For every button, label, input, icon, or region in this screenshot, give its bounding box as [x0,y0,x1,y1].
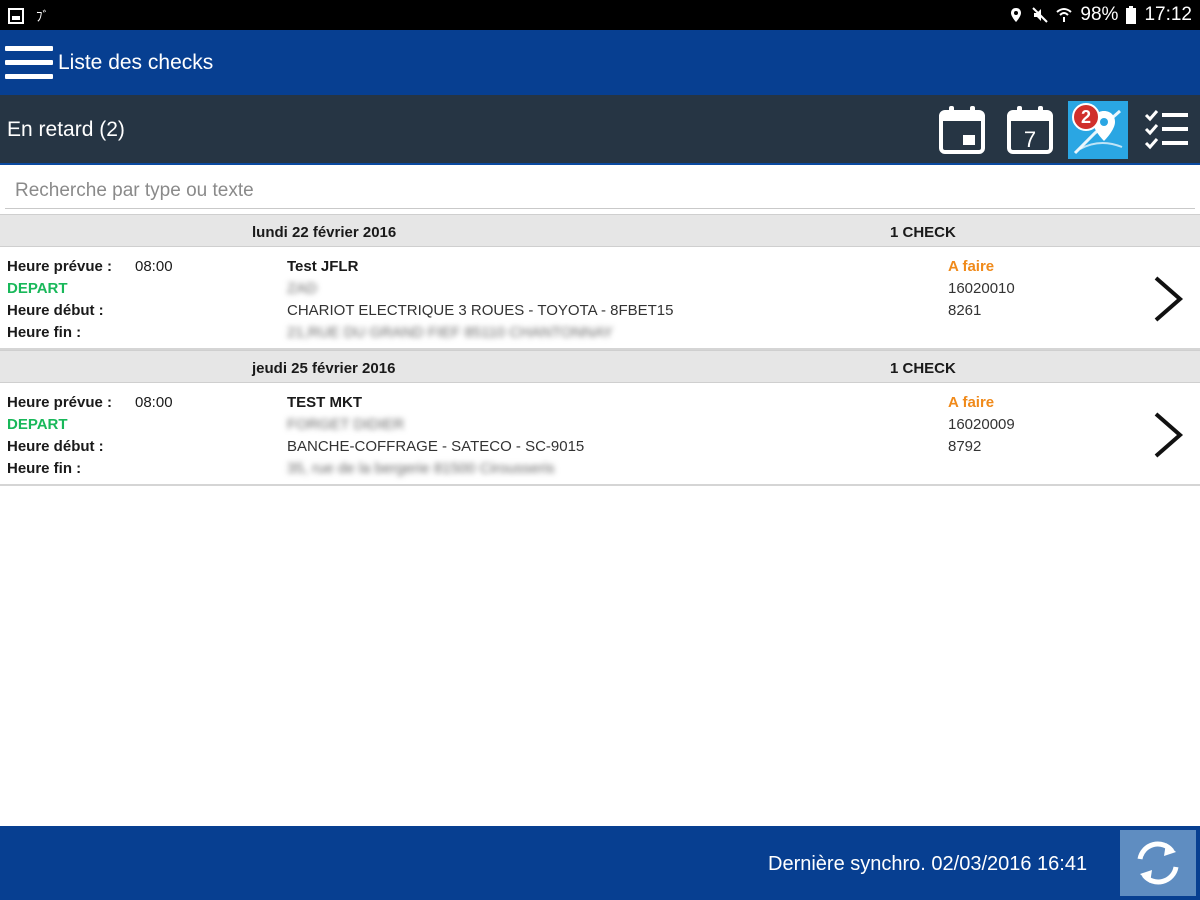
address: 35, rue de la bergerie 81500 Cirousseris [287,460,555,477]
gallery-notification-icon [8,7,24,24]
battery-percent: 98% [1080,4,1119,25]
planned-time: 08:00 [135,394,173,411]
group-date: lundi 22 février 2016 [252,224,397,241]
label-end: Heure fin : [7,460,82,477]
check-name: Test JFLR [287,258,359,275]
today-calendar-button[interactable] [935,103,989,157]
search-bar [0,167,1200,213]
chevron-right-icon[interactable] [1150,275,1186,323]
checklist-button[interactable] [1140,103,1194,157]
sync-footer: Dernière synchro. 02/03/2016 16:41 [0,826,1200,900]
check-name: TEST MKT [287,394,362,411]
direction-label: DEPART [7,280,68,297]
label-start: Heure début : [7,302,104,319]
calendar-week-icon: 7 [1007,106,1053,154]
calendar-day-number: 7 [1024,127,1036,152]
battery-icon [1126,6,1137,24]
search-input[interactable] [5,173,1195,209]
app-bar: Liste des checks [0,30,1200,95]
planned-time: 08:00 [135,258,173,275]
label-planned: Heure prévue : [7,394,113,411]
group-count: 1 CHECK [890,360,956,377]
status-label: A faire [948,394,995,411]
last-sync-label: Dernière synchro. 02/03/2016 16:41 [768,853,1088,875]
client-name: ZAD [287,280,317,297]
address: 21,RUE DU GRAND FIEF 85110 CHANTONNAY [287,324,613,341]
reference-number: 16020009 [948,416,1015,433]
date-group-header: jeudi 25 février 2016 1 CHECK [0,350,1200,383]
map-button[interactable]: 2 [1068,101,1128,159]
location-icon [1011,8,1022,22]
equipment-info: BANCHE-COFFRAGE - SATECO - SC-9015 [287,438,585,455]
checklist-icon [1144,110,1188,150]
page-title: Liste des checks [58,51,214,74]
mute-icon [1032,7,1049,23]
secondary-number: 8792 [948,438,982,455]
map-count-badge: 2 [1072,103,1100,131]
sync-button[interactable] [1120,830,1196,896]
client-name: FORGET DIDIER [287,416,405,433]
reference-number: 16020010 [948,280,1015,297]
hamburger-menu-icon[interactable] [5,44,53,80]
label-end: Heure fin : [7,324,82,341]
sync-icon [1137,841,1179,885]
group-count: 1 CHECK [890,224,956,241]
label-start: Heure début : [7,438,104,455]
status-label: A faire [948,258,995,275]
wifi-icon [1056,8,1073,22]
calendar-today-icon [939,106,985,154]
filter-toolbar: En retard (2) 7 2 [0,95,1200,165]
check-row[interactable]: Heure prévue : 08:00 DEPART Heure début … [0,247,1200,350]
secondary-number: 8261 [948,302,982,319]
chevron-right-icon[interactable] [1150,411,1186,459]
group-date: jeudi 25 février 2016 [252,360,396,377]
check-row[interactable]: Heure prévue : 08:00 DEPART Heure début … [0,383,1200,486]
filter-title: En retard (2) [7,118,125,141]
notification-glyph: ﾌﾞ [36,9,49,24]
date-group-header: lundi 22 février 2016 1 CHECK [0,214,1200,247]
direction-label: DEPART [7,416,68,433]
equipment-info: CHARIOT ELECTRIQUE 3 ROUES - TOYOTA - 8F… [287,302,674,319]
clock: 17:12 [1144,4,1192,25]
label-planned: Heure prévue : [7,258,113,275]
week-calendar-button[interactable]: 7 [1003,103,1057,157]
status-bar: ﾌﾞ 98% 17:12 [0,0,1200,30]
